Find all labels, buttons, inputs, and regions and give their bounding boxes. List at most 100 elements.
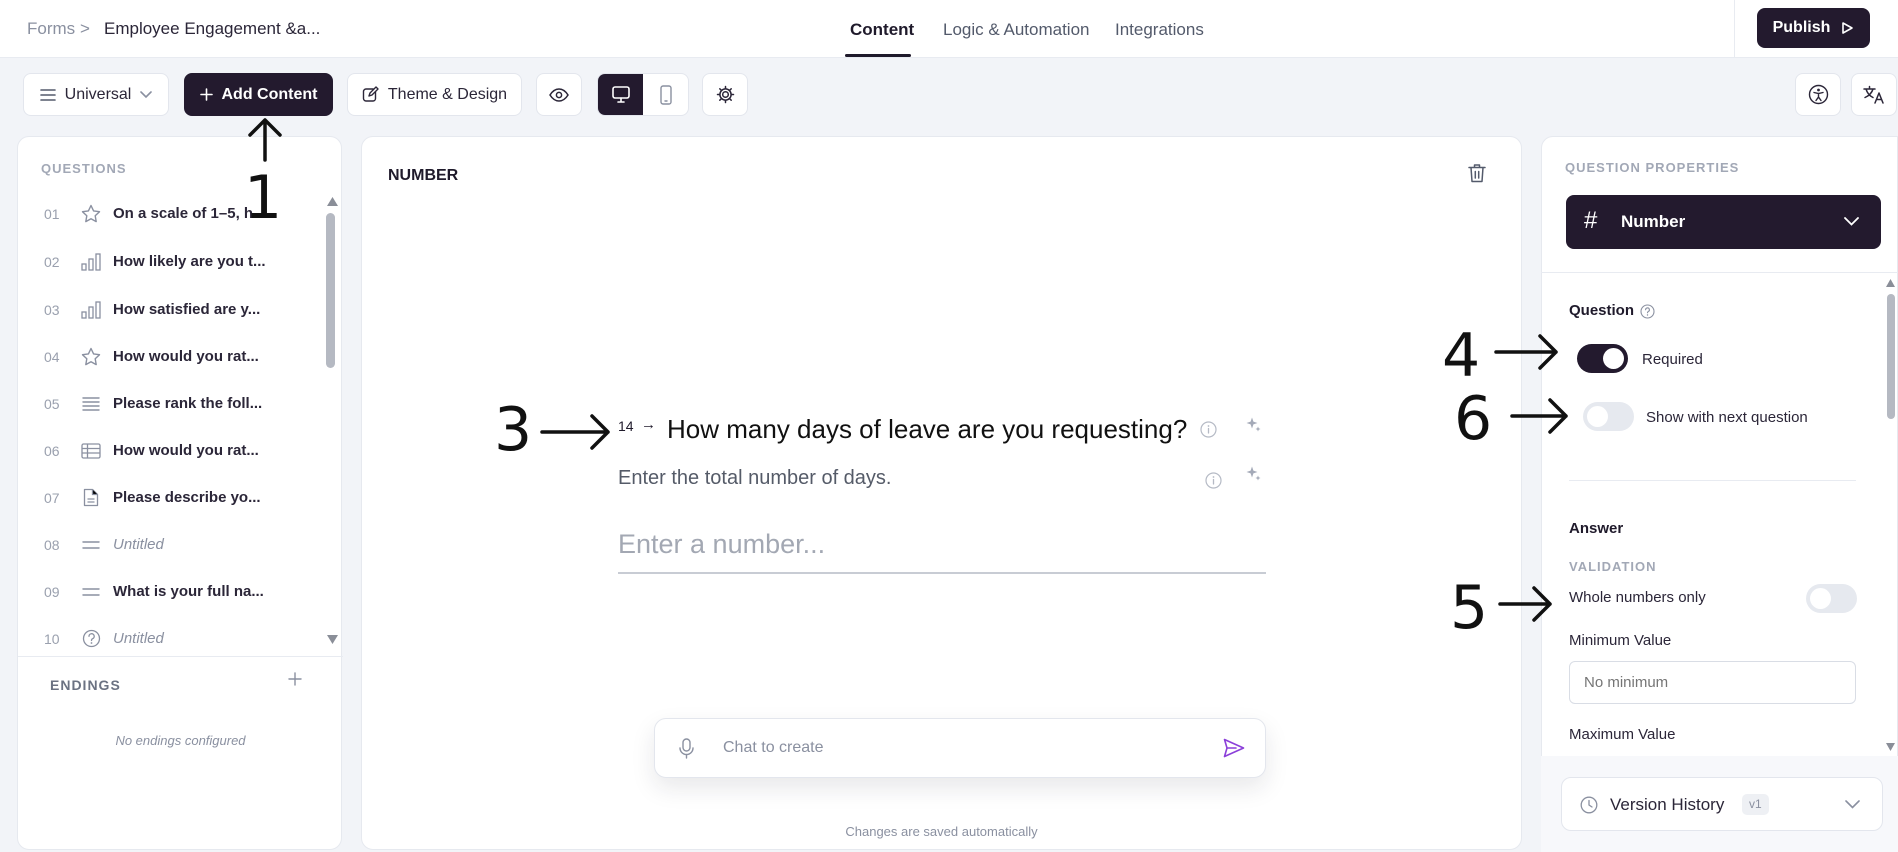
annotation-arrow: [1494, 332, 1562, 372]
add-content-label: Add Content: [221, 85, 318, 103]
answer-underline: [618, 572, 1266, 574]
publish-button[interactable]: Publish: [1757, 8, 1870, 48]
hash-icon: #: [1584, 207, 1598, 234]
top-bar: Forms > Employee Engagement &a... Conten…: [0, 0, 1898, 58]
question-title: Untitled: [113, 536, 164, 553]
scroll-up-arrow[interactable]: [327, 197, 338, 206]
scroll-down-arrow[interactable]: [1886, 743, 1895, 751]
question-number: 06: [44, 442, 60, 459]
list-item[interactable]: 08 Untitled: [18, 521, 318, 568]
annotation-arrow: [1498, 584, 1556, 624]
eye-icon: [549, 87, 569, 102]
scroll-up-arrow[interactable]: [1886, 279, 1895, 287]
divider: [1569, 480, 1856, 481]
bar-chart-icon: [63, 252, 113, 271]
list-item[interactable]: 02 How likely are you t...: [18, 238, 318, 285]
scrollbar-thumb[interactable]: [1887, 294, 1895, 419]
desktop-view-button[interactable]: [598, 74, 643, 115]
question-type-value: Number: [1621, 212, 1686, 231]
version-history-button[interactable]: Version History v1: [1561, 777, 1883, 831]
sparkle-icon[interactable]: [1245, 465, 1262, 482]
chevron-down-icon: [140, 90, 153, 99]
list-item[interactable]: 09 What is your full na...: [18, 568, 318, 615]
star-icon: [63, 347, 113, 366]
bar-chart-icon: [63, 300, 113, 319]
annotation-arrow: [1510, 396, 1572, 436]
question-text[interactable]: How many days of leave are you requestin…: [667, 414, 1187, 445]
play-icon: [1840, 21, 1854, 35]
questions-header: QUESTIONS: [41, 161, 127, 176]
question-number: 02: [44, 253, 60, 270]
question-number: 05: [44, 395, 60, 412]
question-number: 01: [44, 205, 60, 222]
add-ending-button[interactable]: [288, 672, 302, 686]
monitor-icon: [611, 86, 630, 103]
delete-button[interactable]: [1468, 163, 1486, 183]
divider: [1734, 0, 1735, 58]
list-item[interactable]: 04 How would you rat...: [18, 333, 318, 380]
language-button[interactable]: [1851, 73, 1897, 116]
question-title: How would you rat...: [113, 442, 259, 459]
minimum-value-input[interactable]: [1569, 661, 1856, 704]
annotation-number: 3: [494, 395, 533, 465]
list-item[interactable]: 06 How would you rat...: [18, 427, 318, 474]
add-content-button[interactable]: Add Content: [184, 73, 333, 116]
edit-icon: [362, 86, 379, 103]
annotation-arrow: [540, 412, 614, 452]
accessibility-button[interactable]: [1795, 73, 1841, 116]
list-item[interactable]: 05 Please rank the foll...: [18, 380, 318, 427]
question-title: How likely are you t...: [113, 253, 266, 270]
star-icon: [63, 204, 113, 223]
whole-numbers-label: Whole numbers only: [1569, 589, 1706, 606]
answer-placeholder[interactable]: Enter a number...: [618, 529, 825, 560]
mode-select[interactable]: Universal: [23, 73, 169, 116]
divider: [1541, 272, 1898, 273]
scrollbar-thumb[interactable]: [326, 213, 335, 368]
endings-header: ENDINGS: [50, 677, 121, 693]
question-arrow: →: [641, 416, 656, 433]
settings-button[interactable]: [702, 73, 748, 116]
chat-bar: Chat to create: [654, 718, 1266, 778]
list-item[interactable]: 07 Please describe yo...: [18, 474, 318, 521]
question-number: 10: [44, 630, 60, 647]
plus-icon: [288, 672, 302, 686]
info-icon[interactable]: [1200, 421, 1217, 438]
help-circle-icon[interactable]: [1640, 304, 1655, 319]
info-icon[interactable]: [1205, 472, 1222, 489]
question-description[interactable]: Enter the total number of days.: [618, 467, 892, 490]
question-type-label: NUMBER: [388, 167, 459, 184]
breadcrumb-forms[interactable]: Forms: [27, 19, 75, 39]
breadcrumb-current: Employee Engagement &a...: [104, 19, 321, 38]
tab-content[interactable]: Content: [850, 20, 914, 40]
chat-input[interactable]: Chat to create: [723, 739, 824, 757]
show-with-next-toggle[interactable]: [1583, 402, 1634, 431]
question-number: 03: [44, 301, 60, 318]
tab-integrations[interactable]: Integrations: [1115, 20, 1204, 40]
breadcrumb-separator: >: [80, 19, 90, 38]
matrix-icon: [63, 442, 113, 459]
mobile-view-button[interactable]: [643, 74, 688, 115]
question-title: Please describe yo...: [113, 489, 261, 506]
questions-panel: QUESTIONS 01 On a scale of 1–5, h... 02 …: [17, 136, 343, 850]
whole-numbers-toggle[interactable]: [1806, 584, 1857, 613]
help-circle-icon: [63, 629, 113, 648]
required-toggle[interactable]: [1577, 344, 1628, 373]
theme-design-button[interactable]: Theme & Design: [347, 73, 522, 116]
question-type-select[interactable]: # Number: [1566, 195, 1881, 249]
list-item[interactable]: 03 How satisfied are y...: [18, 286, 318, 333]
annotation-number: 1: [244, 163, 283, 233]
required-label: Required: [1642, 351, 1703, 368]
maximum-value-label: Maximum Value: [1569, 726, 1676, 743]
list-item[interactable]: 10 Untitled: [18, 615, 318, 662]
microphone-icon[interactable]: [679, 738, 694, 759]
chevron-down-icon: [1845, 800, 1860, 809]
validation-label: VALIDATION: [1569, 559, 1657, 574]
sparkle-icon[interactable]: [1245, 416, 1262, 433]
tab-logic-automation[interactable]: Logic & Automation: [943, 20, 1089, 40]
annotation-arrow: [246, 116, 284, 162]
send-icon[interactable]: [1223, 738, 1245, 758]
preview-button[interactable]: [536, 73, 582, 116]
scroll-down-arrow[interactable]: [327, 635, 338, 644]
chevron-down-icon: [1844, 217, 1859, 226]
clock-icon: [1580, 796, 1598, 814]
